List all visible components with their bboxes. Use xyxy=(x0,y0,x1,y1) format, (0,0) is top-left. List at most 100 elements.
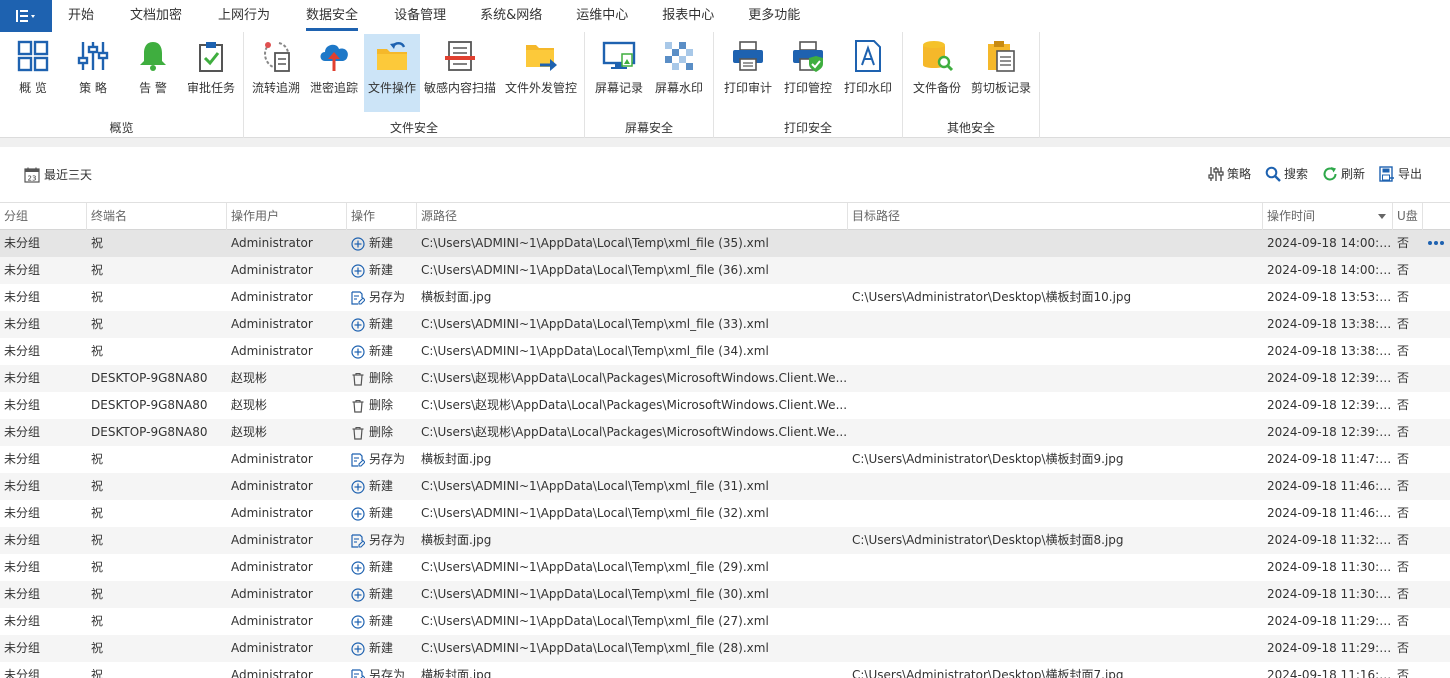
cell-time: 2024-09-18 11:29:53 xyxy=(1267,641,1393,655)
cell-user: Administrator xyxy=(231,452,313,466)
toolbar-refresh-label: 刷新 xyxy=(1340,167,1365,181)
trash-icon xyxy=(351,372,365,386)
table-row[interactable]: 未分组 祝 Administrator 新建 C:\Users\ADMINI~1\App… xyxy=(0,500,1450,527)
overview-button[interactable]: 概 览 xyxy=(6,34,60,112)
cell-operation-label: 新建 xyxy=(369,263,394,277)
cell-operation-label: 新建 xyxy=(369,614,394,628)
table-row[interactable]: 未分组 祝 Administrator 新建 C:\Users\ADMINI~1\App… xyxy=(0,257,1450,284)
printer-icon xyxy=(733,41,763,71)
cell-usb: 否 xyxy=(1397,587,1410,601)
menu-more[interactable]: 更多功能 xyxy=(748,0,800,32)
table-row[interactable]: 未分组 祝 Administrator 新建 C:\Users\ADMINI~1\App… xyxy=(0,311,1450,338)
cell-group: 未分组 xyxy=(4,236,41,250)
sensitive-scan-button[interactable]: 敏感内容扫描 xyxy=(422,34,498,112)
table-row[interactable]: 未分组 祝 Administrator 新建 C:\Users\ADMINI~1\App… xyxy=(0,230,1450,257)
column-header-target-path[interactable]: 目标路径 xyxy=(848,203,1263,230)
table-row[interactable]: 未分组 祝 Administrator 新建 C:\Users\ADMINI~1\App… xyxy=(0,635,1450,662)
menu-ops-center[interactable]: 运维中心 xyxy=(576,0,628,32)
column-header-time-wrap[interactable]: 操作时间 xyxy=(1263,203,1393,230)
toolbar-actions: 策略 搜索 刷新 导出 xyxy=(1194,165,1422,182)
cell-operation-label: 删除 xyxy=(369,371,394,385)
flow-trace-button[interactable]: 流转追溯 xyxy=(248,34,304,112)
leak-trace-button-label: 泄密追踪 xyxy=(309,81,358,95)
cell-terminal: 祝 xyxy=(91,587,104,601)
print-watermark-button[interactable]: 打印水印 xyxy=(840,34,896,112)
toolbar-policy-button[interactable]: 策略 xyxy=(1208,165,1251,182)
document-scan-icon xyxy=(445,41,475,71)
table-row[interactable]: 未分组 祝 Administrator 新建 C:\Users\ADMINI~1\App… xyxy=(0,581,1450,608)
menu-doc-encrypt[interactable]: 文档加密 xyxy=(130,0,182,32)
more-actions-icon[interactable] xyxy=(1426,241,1444,245)
menu-bar: 开始 文档加密 上网行为 数据安全 设备管理 系统&网络 运维中心 报表中心 更… xyxy=(0,0,1450,32)
column-header-group[interactable]: 分组 xyxy=(0,203,87,230)
database-search-icon xyxy=(923,41,954,72)
table-row[interactable]: 未分组 DESKTOP-9G8NA80 赵现彬 删除 C:\Users\赵现彬\AppD… xyxy=(0,365,1450,392)
file-operation-button[interactable]: 文件操作 xyxy=(364,34,420,112)
app-menu-button[interactable] xyxy=(0,0,52,32)
trash-icon xyxy=(351,399,365,413)
cell-user: Administrator xyxy=(231,236,313,250)
table-row[interactable]: 未分组 DESKTOP-9G8NA80 赵现彬 删除 C:\Users\赵现彬\AppD… xyxy=(0,392,1450,419)
table-row[interactable]: 未分组 祝 Administrator 新建 C:\Users\ADMINI~1\App… xyxy=(0,473,1450,500)
print-audit-button[interactable]: 打印审计 xyxy=(720,34,776,112)
menu-report-center[interactable]: 报表中心 xyxy=(662,0,714,32)
date-range-button[interactable]: 23 最近三天 xyxy=(24,166,92,183)
cell-operation: 另存为 xyxy=(347,446,417,473)
cell-terminal: 祝 xyxy=(91,533,104,547)
cell-target-path: C:\Users\Administrator\Desktop\横板封面10.jp… xyxy=(852,290,1132,304)
cell-group: 未分组 xyxy=(4,614,41,628)
table-row[interactable]: 未分组 DESKTOP-9G8NA80 赵现彬 删除 C:\Users\赵现彬\AppD… xyxy=(0,419,1450,446)
cell-source-path: C:\Users\ADMINI~1\AppData\Local\Temp\xml… xyxy=(421,641,769,655)
cell-usb: 否 xyxy=(1397,452,1410,466)
cell-group: 未分组 xyxy=(4,479,41,493)
table-row[interactable]: 未分组 祝 Administrator 另存为 横板封面.jpg C:\Users\Adm… xyxy=(0,662,1450,678)
cell-user: 赵现彬 xyxy=(231,371,268,385)
toolbar-search-button[interactable]: 搜索 xyxy=(1265,165,1308,182)
approval-task-button[interactable]: 审批任务 xyxy=(184,34,238,112)
menu-device-management[interactable]: 设备管理 xyxy=(394,0,446,32)
table-row[interactable]: 未分组 祝 Administrator 新建 C:\Users\ADMINI~1\App… xyxy=(0,608,1450,635)
cell-target-path xyxy=(848,338,1263,365)
column-header-usb[interactable]: U盘 xyxy=(1393,203,1423,230)
cell-terminal: 祝 xyxy=(91,317,104,331)
plus-circle-icon xyxy=(351,479,365,494)
ribbon-group-screen-security: 屏幕记录 屏幕水印 屏幕安全 xyxy=(585,32,714,138)
clipboard-record-button[interactable]: 剪切板记录 xyxy=(969,34,1033,112)
ribbon-group-other-security: 文件备份 剪切板记录 其他安全 xyxy=(903,32,1040,138)
text-watermark-icon xyxy=(855,40,881,72)
table-row[interactable]: 未分组 祝 Administrator 另存为 横板封面.jpg C:\Users\Adm… xyxy=(0,527,1450,554)
column-header-source-path[interactable]: 源路径 xyxy=(417,203,848,230)
toolbar-export-button[interactable]: 导出 xyxy=(1379,165,1422,182)
column-header-user[interactable]: 操作用户 xyxy=(227,203,347,230)
cell-group: 未分组 xyxy=(4,533,41,547)
policy-button[interactable]: 策 略 xyxy=(66,34,120,112)
table-row[interactable]: 未分组 祝 Administrator 新建 C:\Users\ADMINI~1\App… xyxy=(0,554,1450,581)
alert-button[interactable]: 告 警 xyxy=(126,34,180,112)
file-backup-button[interactable]: 文件备份 xyxy=(909,34,965,112)
cell-usb: 否 xyxy=(1397,398,1410,412)
export-icon xyxy=(1379,165,1394,182)
menu-web-behavior[interactable]: 上网行为 xyxy=(218,0,270,32)
cell-terminal: 祝 xyxy=(91,236,104,250)
cell-source-path: 横板封面.jpg xyxy=(421,290,492,304)
cell-operation: 新建 xyxy=(347,311,417,338)
leak-trace-button[interactable]: 泄密追踪 xyxy=(306,34,362,112)
screen-watermark-button[interactable]: 屏幕水印 xyxy=(651,34,707,112)
column-header-terminal[interactable]: 终端名 xyxy=(87,203,227,230)
file-outbound-control-button[interactable]: 文件外发管控 xyxy=(502,34,580,112)
table-row[interactable]: 未分组 祝 Administrator 另存为 横板封面.jpg C:\Users\Adm… xyxy=(0,284,1450,311)
folder-operation-icon xyxy=(377,42,407,70)
table-body: 未分组祝 Administrator 新建 C:\Users\ADMINI~1\App… xyxy=(0,230,1450,678)
table-row[interactable]: 未分组 祝 Administrator 新建 C:\Users\ADMINI~1\App… xyxy=(0,338,1450,365)
print-control-button[interactable]: 打印管控 xyxy=(780,34,836,112)
cell-terminal: 祝 xyxy=(91,344,104,358)
calendar-icon: 23 xyxy=(24,167,40,183)
menu-data-security[interactable]: 数据安全 xyxy=(306,0,359,32)
menu-system-network[interactable]: 系统&网络 xyxy=(480,0,542,32)
menu-start[interactable]: 开始 xyxy=(68,0,94,32)
toolbar-refresh-button[interactable]: 刷新 xyxy=(1322,165,1365,182)
column-header-operation[interactable]: 操作 xyxy=(347,203,417,230)
table-row[interactable]: 未分组 祝 Administrator 另存为 横板封面.jpg C:\Users\Adm… xyxy=(0,446,1450,473)
cell-time: 2024-09-18 11:46:54 xyxy=(1267,479,1393,493)
screen-record-button[interactable]: 屏幕记录 xyxy=(591,34,647,112)
